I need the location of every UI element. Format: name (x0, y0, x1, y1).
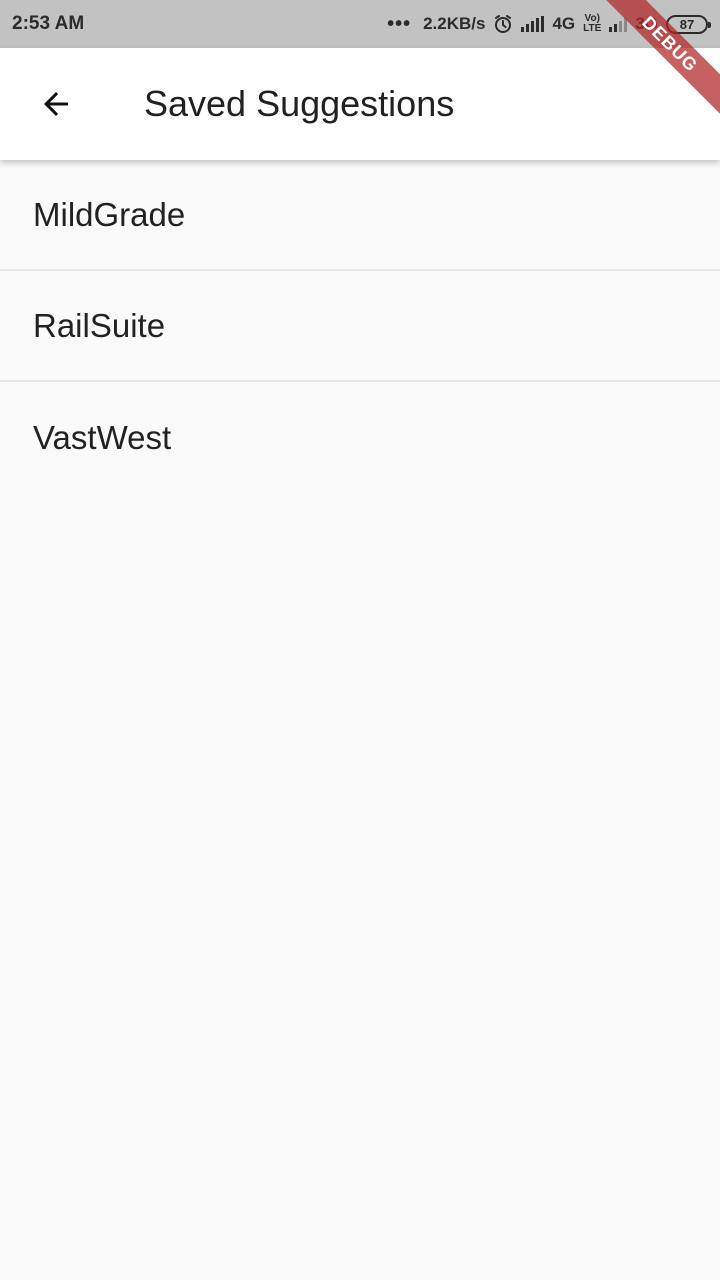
status-icons: ••• 2.2KB/s 4G Vo) LTE 3G 87 (387, 13, 711, 35)
page-title: Saved Suggestions (144, 83, 455, 124)
battery-level: 87 (679, 16, 695, 32)
saved-suggestions-list: MildGrade RailSuite VastWest (0, 160, 720, 493)
arrow-back-icon (44, 92, 68, 116)
app-bar: Saved Suggestions (0, 48, 720, 160)
more-notifications-icon: ••• (387, 13, 412, 35)
list-item[interactable]: RailSuite (0, 271, 720, 382)
status-time: 2:53 AM (12, 13, 85, 34)
network-type-3g: 3G (635, 14, 658, 33)
list-item-label: RailSuite (33, 306, 166, 344)
signal-strength-icon (521, 16, 545, 32)
network-speed: 2.2KB/s (423, 14, 486, 33)
list-item-label: VastWest (33, 418, 172, 456)
back-button[interactable] (28, 76, 84, 132)
battery-icon: 87 (666, 14, 711, 34)
list-item[interactable]: VastWest (0, 382, 720, 493)
status-bar: 2:53 AM ••• 2.2KB/s 4G Vo) LTE 3G 87 (0, 0, 720, 48)
list-item-label: MildGrade (33, 195, 186, 233)
network-type-4g: 4G (552, 14, 576, 33)
list-item[interactable]: MildGrade (0, 160, 720, 271)
volte-icon: Vo) LTE (583, 14, 601, 34)
signal-strength-2-icon (609, 16, 628, 32)
volte-bottom-label: LTE (583, 23, 602, 34)
alarm-icon (493, 14, 513, 34)
